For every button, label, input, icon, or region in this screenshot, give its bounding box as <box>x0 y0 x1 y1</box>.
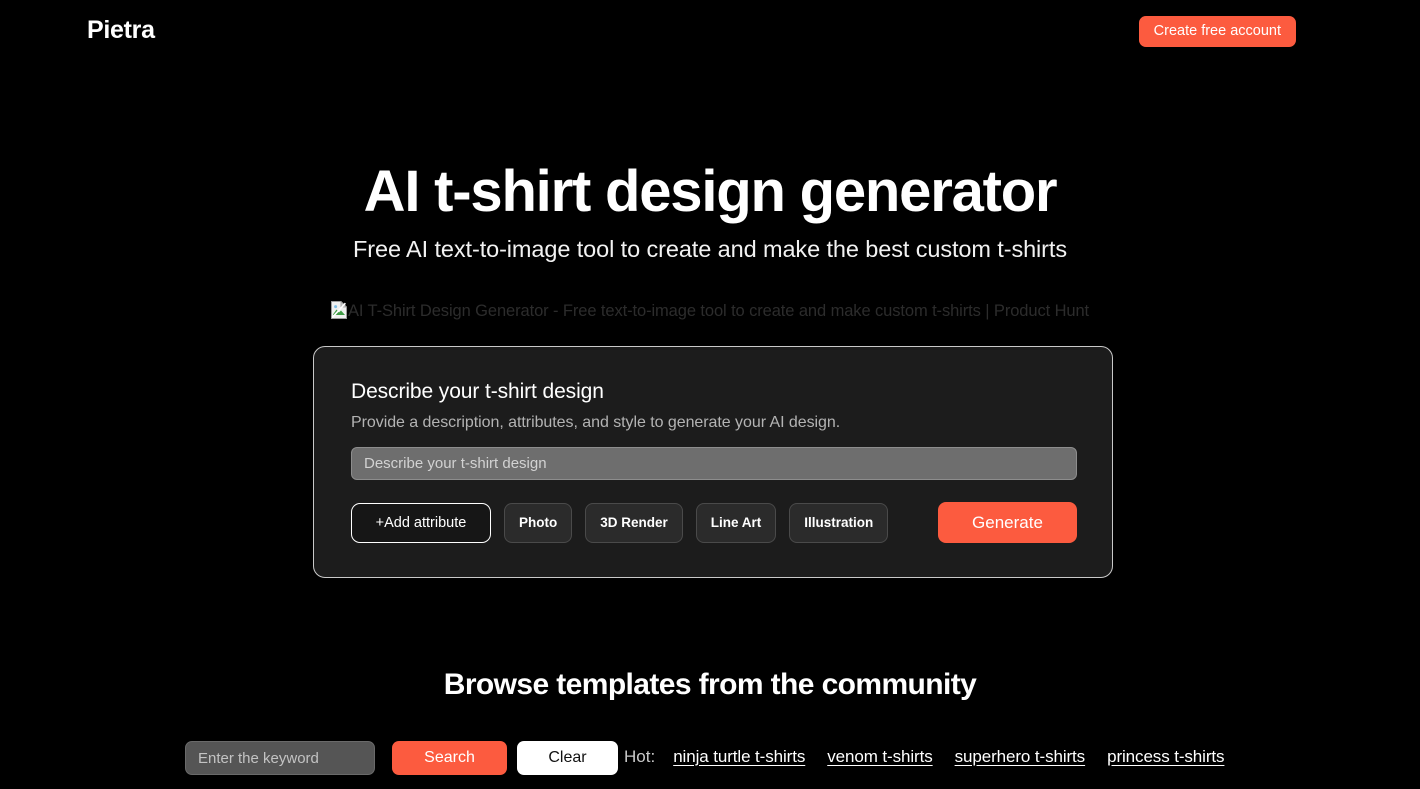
generate-button[interactable]: Generate <box>938 502 1077 543</box>
keyword-search-input[interactable] <box>185 741 375 775</box>
page-title: AI t-shirt design generator <box>363 159 1058 224</box>
style-chip-photo[interactable]: Photo <box>504 502 573 543</box>
generator-card-title: Describe your t-shirt design <box>351 380 604 403</box>
hot-link-ninja-turtle-t-shirts[interactable]: ninja turtle t-shirts <box>673 747 805 767</box>
page-root: Pietra Create free account AI t-shirt de… <box>0 0 1420 789</box>
add-attribute-button[interactable]: +Add attribute <box>351 502 491 543</box>
product-hunt-badge-alt-text: AI T-Shirt Design Generator - Free text-… <box>347 302 1090 320</box>
browse-templates-title: Browse templates from the community <box>443 668 977 701</box>
style-chip-illustration[interactable]: Illustration <box>789 502 889 543</box>
hot-link-venom-t-shirts[interactable]: venom t-shirts <box>827 747 932 767</box>
page-subtitle: Free AI text-to-image tool to create and… <box>353 235 1067 262</box>
generator-card: Describe your t-shirt design Provide a d… <box>313 346 1113 578</box>
site-header: Pietra Create free account <box>0 0 1420 63</box>
search-button[interactable]: Search <box>392 741 507 775</box>
brand-logo[interactable]: Pietra <box>87 18 155 43</box>
broken-image-icon <box>330 300 348 319</box>
product-hunt-badge[interactable]: AI T-Shirt Design Generator - Free text-… <box>0 300 1420 321</box>
style-chip-line-art[interactable]: Line Art <box>695 502 777 543</box>
hero-section: AI t-shirt design generator Free AI text… <box>0 159 1420 263</box>
hot-link-superhero-t-shirts[interactable]: superhero t-shirts <box>955 747 1086 767</box>
generator-controls-row: +Add attribute Photo 3D Render Line Art … <box>351 502 1077 543</box>
hot-keywords-row: Hot: ninja turtle t-shirts venom t-shirt… <box>624 747 1225 767</box>
generator-card-subtitle: Provide a description, attributes, and s… <box>351 414 841 431</box>
create-free-account-button[interactable]: Create free account <box>1138 16 1296 47</box>
brand-logo-text: Pietra <box>87 16 155 44</box>
template-search-row: Search Clear <box>185 741 618 775</box>
style-chip-3d-render[interactable]: 3D Render <box>585 502 683 543</box>
hot-link-princess-t-shirts[interactable]: princess t-shirts <box>1107 747 1224 767</box>
prompt-input[interactable] <box>351 447 1077 480</box>
clear-button[interactable]: Clear <box>517 741 618 775</box>
hot-keywords-label: Hot: <box>624 747 656 766</box>
